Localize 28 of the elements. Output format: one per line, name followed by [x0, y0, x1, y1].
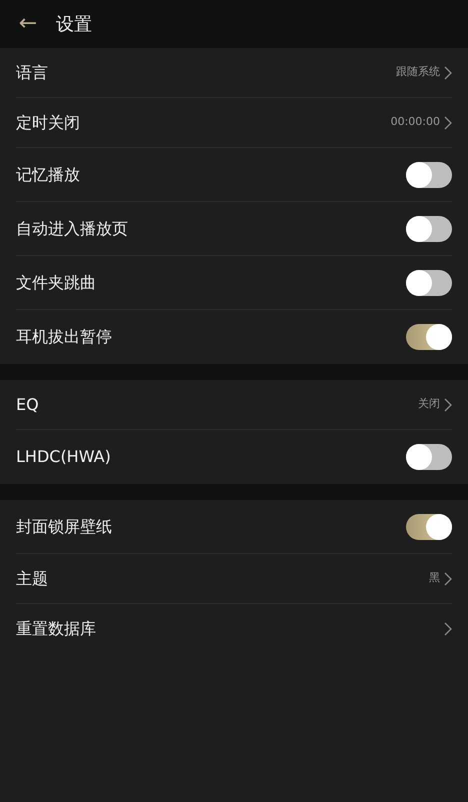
setting-label: 耳机拔出暂停 [16, 326, 112, 348]
setting-value: 00:00:00 [390, 114, 440, 130]
toggle-switch[interactable] [406, 514, 452, 540]
chevron-right-icon [444, 622, 452, 636]
setting-value: 黑 [429, 570, 440, 586]
chevron-right-icon [444, 572, 452, 586]
setting-label: 主题 [16, 568, 48, 590]
setting-value: 关闭 [418, 396, 440, 412]
chevron-right-icon [444, 398, 452, 412]
back-button[interactable]: ← [16, 13, 40, 35]
setting-label: LHDC(HWA) [16, 446, 111, 468]
toggle-switch[interactable] [406, 324, 452, 350]
setting-label: 自动进入播放页 [16, 218, 128, 240]
toggle-switch[interactable] [406, 444, 452, 470]
setting-label: 重置数据库 [16, 618, 96, 640]
setting-label: 文件夹跳曲 [16, 272, 96, 294]
toggle-switch[interactable] [406, 162, 452, 188]
toggle-switch[interactable] [406, 216, 452, 242]
setting-value: 跟随系统 [396, 64, 440, 80]
setting-label: 定时关闭 [16, 112, 80, 134]
setting-label: 语言 [16, 62, 48, 84]
setting-label: 封面锁屏壁纸 [16, 516, 112, 538]
toggle-switch[interactable] [406, 270, 452, 296]
page-title: 设置 [56, 12, 92, 36]
setting-label: 记忆播放 [16, 164, 80, 186]
setting-label: EQ [16, 394, 39, 416]
chevron-right-icon [444, 66, 452, 80]
chevron-right-icon [444, 116, 452, 130]
